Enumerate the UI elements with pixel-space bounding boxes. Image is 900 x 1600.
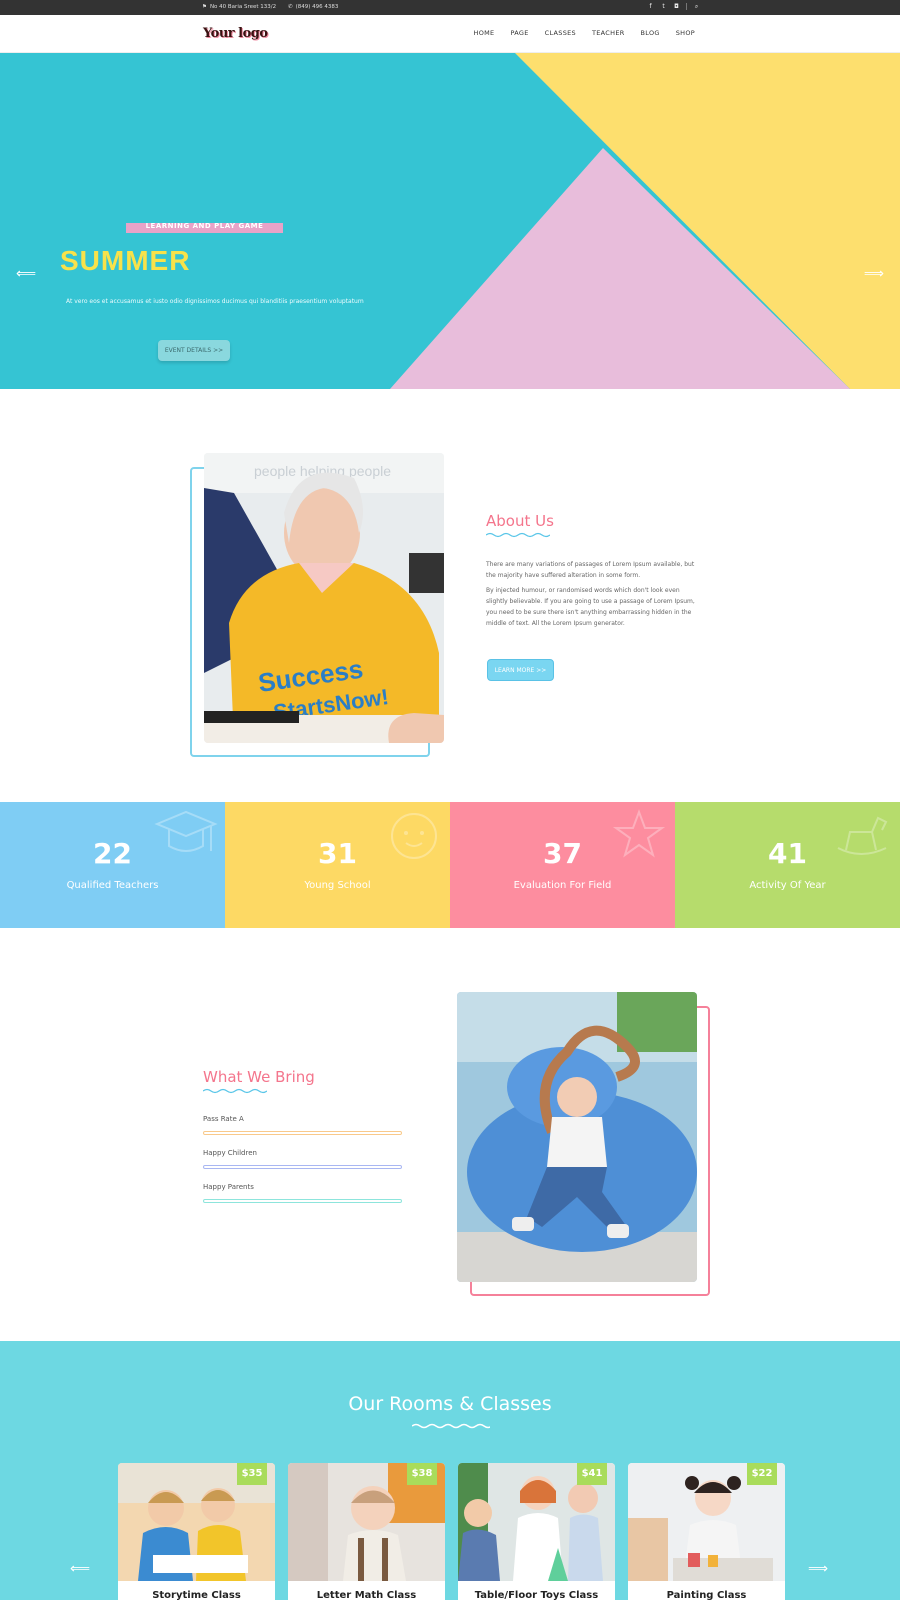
progress-pass-rate: Pass Rate A [203,1115,402,1135]
progress-label: Pass Rate A [203,1115,244,1123]
hero-prev-arrow-icon[interactable]: ⟸ [16,266,36,282]
hero-description: At vero eos et accusamus et iusto odio d… [66,298,364,305]
progress-label: Happy Children [203,1149,257,1157]
nav-home[interactable]: HOME [474,29,495,37]
phone-text: (849) 496 4383 [295,4,339,10]
class-card[interactable]: $41 Table/Floor Toys Class [458,1463,615,1600]
twitter-icon[interactable]: t [660,3,667,10]
class-photo: $22 [628,1463,785,1581]
about-paragraph-2: By injected humour, or randomised words … [486,587,695,627]
top-bar: ⚑ No 40 Baria Sreet 133/2 ✆ (849) 496 43… [0,0,900,15]
about-text: There are many variations of passages of… [486,559,698,633]
class-card[interactable]: $22 Painting Class [628,1463,785,1600]
event-details-button[interactable]: EVENT DETAILS >> [158,340,230,361]
social-links: f t ◘ ⌕ [647,3,700,10]
phone-info: ✆ (849) 496 4383 [288,4,338,10]
divider [686,3,687,10]
stat-evaluation: 37 Evaluation For Field [450,802,675,928]
classes-title: Our Rooms & Classes [348,1393,552,1415]
nav-classes[interactable]: CLASSES [545,29,576,37]
nav-blog[interactable]: BLOG [641,29,660,37]
nav-teacher[interactable]: TEACHER [592,29,625,37]
class-name[interactable]: Table/Floor Toys Class [458,1590,615,1600]
site-header: Your logo HOME PAGE CLASSES TEACHER BLOG… [0,15,900,53]
about-paragraph-1: There are many variations of passages of… [486,561,695,579]
hero-tag: LEARNING AND PLAY GAME [126,223,283,233]
class-card[interactable]: $35 Storytime Class [118,1463,275,1600]
classes-prev-arrow-icon[interactable]: ⟸ [70,1561,90,1577]
classes-section: Our Rooms & Classes $35 Storytime Class [0,1341,900,1600]
stat-number: 22 [93,837,132,870]
class-card[interactable]: $38 Letter Math Class [288,1463,445,1600]
progress-bar [203,1131,402,1135]
stats-band: 22 Qualified Teachers 31 Young School 37… [0,802,900,928]
classes-next-arrow-icon[interactable]: ⟹ [808,1561,828,1577]
main-nav: HOME PAGE CLASSES TEACHER BLOG SHOP [474,29,695,37]
map-icon: ⚑ [202,4,207,10]
bring-title: What We Bring [203,1068,315,1086]
progress-bar [203,1165,402,1169]
stat-label: Evaluation For Field [513,880,612,891]
progress-happy-parents: Happy Parents [203,1183,402,1203]
class-price: $22 [747,1463,777,1485]
class-name[interactable]: Storytime Class [118,1590,275,1600]
about-wave-divider [486,532,550,538]
class-photo: $35 [118,1463,275,1581]
bring-wave-divider [203,1088,267,1094]
progress-bar [203,1199,402,1203]
progress-label: Happy Parents [203,1183,254,1191]
about-photo: people helping people Success StartsNow! [204,453,444,743]
class-price: $41 [577,1463,607,1485]
class-name[interactable]: Letter Math Class [288,1590,445,1600]
class-name[interactable]: Painting Class [628,1590,785,1600]
bring-photo [457,992,697,1282]
address-text: No 40 Baria Sreet 133/2 [209,4,277,10]
stat-number: 41 [768,837,807,870]
hero-slider: LEARNING AND PLAY GAME SUMMER At vero eo… [0,53,900,389]
stat-school: 31 Young School [225,802,450,928]
instagram-icon[interactable]: ◘ [673,3,680,10]
phone-icon: ✆ [288,4,293,10]
hero-title: SUMMER [60,245,191,276]
about-title: About Us [486,512,554,530]
learn-more-button[interactable]: LEARN MORE >> [487,659,554,681]
logo[interactable]: Your logo [203,26,268,41]
stat-number: 37 [543,837,582,870]
stat-teachers: 22 Qualified Teachers [0,802,225,928]
stat-activity: 41 Activity Of Year [675,802,900,928]
class-price: $35 [237,1463,267,1485]
hero-background [0,53,900,389]
stat-label: Young School [304,880,371,891]
progress-happy-children: Happy Children [203,1149,402,1169]
facebook-icon[interactable]: f [647,3,654,10]
search-icon[interactable]: ⌕ [693,3,700,10]
nav-shop[interactable]: SHOP [676,29,695,37]
address-info: ⚑ No 40 Baria Sreet 133/2 [202,4,276,10]
class-photo: $41 [458,1463,615,1581]
class-photo: $38 [288,1463,445,1581]
hero-next-arrow-icon[interactable]: ⟹ [864,266,884,282]
class-price: $38 [407,1463,437,1485]
nav-page[interactable]: PAGE [510,29,528,37]
stat-label: Qualified Teachers [66,880,159,891]
stat-number: 31 [318,837,357,870]
classes-wave-divider [412,1423,490,1429]
stat-label: Activity Of Year [749,880,826,891]
